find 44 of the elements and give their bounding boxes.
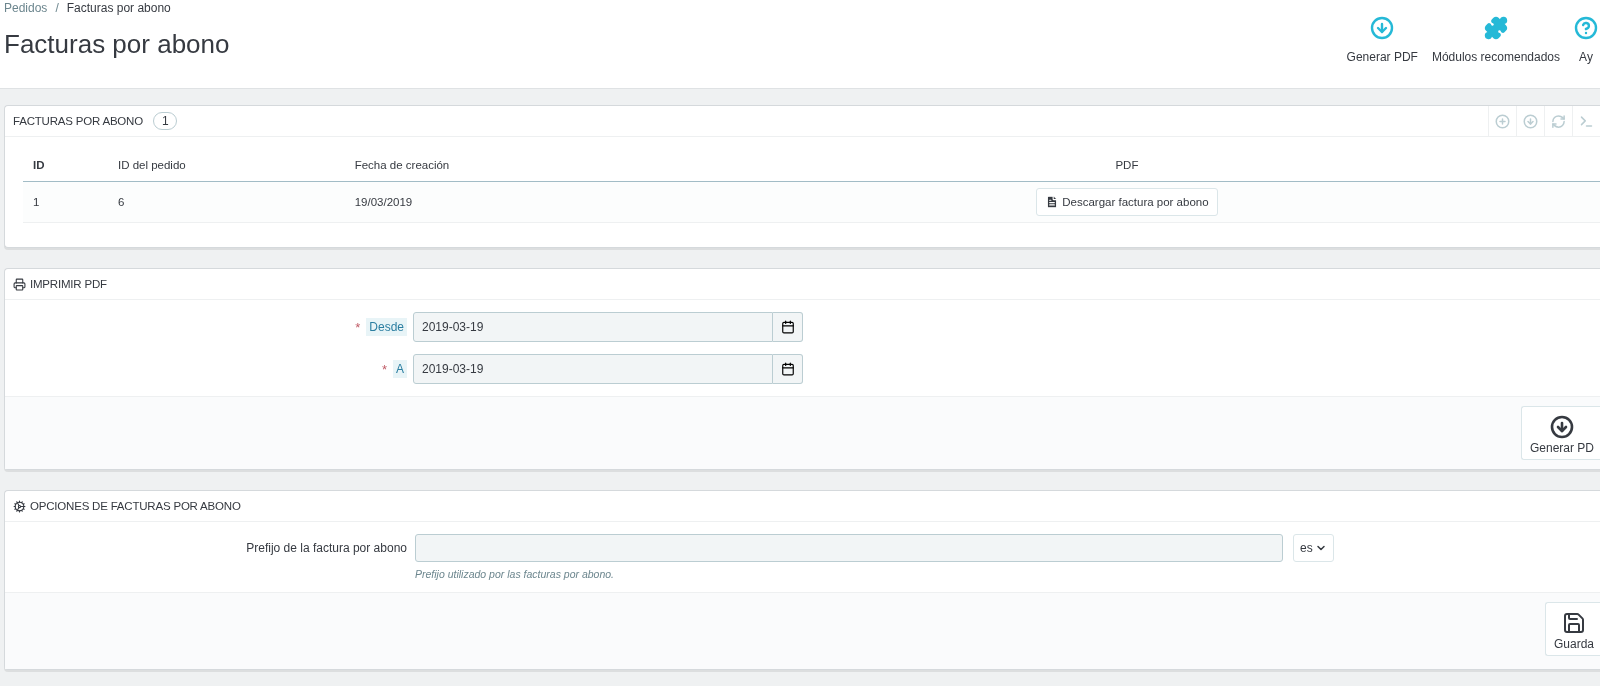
field-label: Desde — [366, 318, 407, 336]
document-icon — [1045, 195, 1060, 209]
table-cell: 1 — [23, 181, 108, 223]
required-mark: * — [381, 361, 387, 377]
download-invoice-button[interactable]: Descargar factura por abono — [1036, 188, 1218, 216]
field-label: Prefijo de la factura por abono — [246, 541, 407, 555]
toolbar-action[interactable]: Ay — [1574, 16, 1598, 88]
panel-title: IMPRIMIR PDF — [30, 278, 107, 290]
download-icon — [1550, 415, 1574, 439]
calendar-icon — [780, 320, 795, 334]
panel-title: OPCIONES DE FACTURAS POR ABONO — [30, 500, 241, 512]
table-cell: 19/03/2019 — [344, 181, 654, 223]
table-cell: 6 — [107, 181, 345, 223]
calendar-button[interactable] — [773, 354, 803, 384]
field-label: A — [393, 360, 407, 378]
breadcrumb-separator: / — [55, 1, 59, 15]
toolbar-action[interactable]: Módulos recomendados — [1431, 16, 1560, 88]
help-text: Prefijo utilizado por las facturas por abono. — [415, 568, 616, 580]
refresh-icon — [1551, 113, 1566, 129]
required-mark: * — [355, 319, 361, 335]
page-title: Facturas por abono — [4, 29, 230, 60]
save-button[interactable]: Guarda — [1544, 602, 1600, 656]
toolbar-action[interactable]: Generar PDF — [1346, 16, 1418, 88]
calendar-button[interactable] — [773, 312, 803, 342]
add-icon — [1495, 113, 1510, 129]
prefix-input[interactable] — [415, 534, 1283, 562]
column-header: Fecha de creación — [344, 147, 654, 182]
date-field[interactable]: 2019-03-19 — [413, 354, 773, 384]
printer-icon — [13, 277, 26, 291]
column-header: PDF — [653, 147, 1600, 182]
column-header: ID — [23, 147, 108, 182]
cogs-icon — [13, 499, 26, 513]
download-icon — [1523, 113, 1538, 129]
help-icon — [1574, 16, 1598, 40]
language-dropdown[interactable]: es — [1293, 534, 1334, 562]
download-icon — [1370, 16, 1395, 40]
calendar-icon — [780, 362, 795, 376]
generate-pdf-button[interactable]: Generar PD — [1520, 406, 1600, 460]
column-header: ID del pedido — [107, 147, 345, 182]
terminal-icon — [1579, 113, 1594, 129]
date-field[interactable]: 2019-03-19 — [413, 312, 773, 342]
panel-title: FACTURAS POR ABONO — [13, 115, 143, 127]
breadcrumb-link[interactable]: Pedidos — [4, 1, 48, 15]
breadcrumb-current: Facturas por abono — [66, 1, 171, 15]
